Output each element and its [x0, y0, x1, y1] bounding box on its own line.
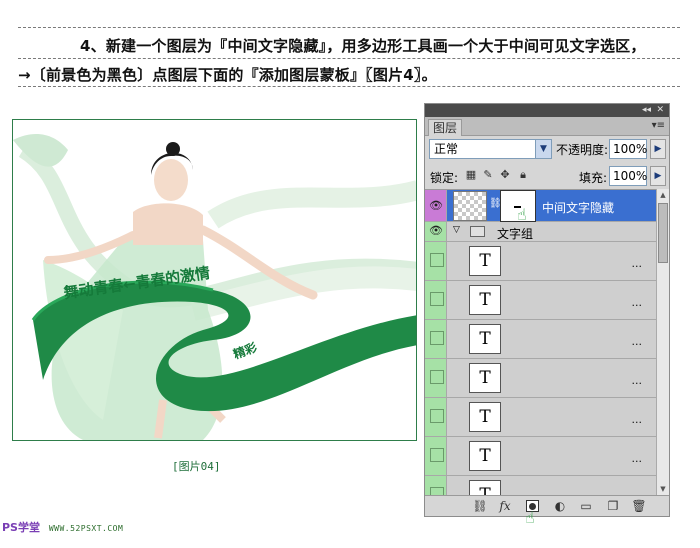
text-layer-row[interactable]: T ... — [425, 281, 656, 320]
visibility-toggle[interactable] — [425, 437, 447, 475]
text-layer-thumbnail: T — [469, 324, 501, 354]
chain-link-icon[interactable]: ⛓︎ — [489, 198, 502, 209]
close-icon[interactable]: ✕ — [656, 104, 664, 117]
folder-icon — [470, 226, 485, 237]
fx-icon[interactable]: fx — [497, 499, 513, 514]
visibility-toggle[interactable] — [425, 320, 447, 358]
layers-panel: ◂◂ ✕ 图层 ▾≡ 正常 ▼ 不透明度: 100% ▶ 锁定: ▦ ✎ ✥ 🔒… — [424, 103, 670, 517]
tutorial-image: 舞动青春←青春的激情 精彩 — [12, 119, 417, 441]
instruction-line-2: →〔前景色为黑色〕点图层下面的『添加图层蒙板』〖图片4〗。 — [18, 66, 437, 84]
opacity-input[interactable]: 100% — [609, 139, 647, 159]
folder-icon[interactable]: ▭ — [578, 499, 594, 514]
visibility-toggle[interactable] — [425, 398, 447, 436]
text-layer-thumbnail: T — [469, 441, 501, 471]
eye-icon: 👁︎ — [429, 224, 443, 237]
lock-all-icon[interactable]: 🔒︎ — [517, 168, 529, 181]
scroll-down-icon[interactable]: ▼ — [657, 483, 669, 495]
hand-cursor-icon: ☝︎ — [517, 205, 527, 224]
blend-mode-select[interactable]: 正常 ▼ — [429, 139, 552, 159]
visibility-toggle[interactable] — [425, 359, 447, 397]
visibility-toggle[interactable]: 👁︎ — [425, 190, 447, 221]
text-layer-row[interactable]: T ... — [425, 359, 656, 398]
text-layer-row-partial[interactable]: T — [425, 476, 656, 495]
eye-icon: 👁︎ — [429, 199, 443, 212]
layer-group-row[interactable]: 👁︎ ▽ 文字组 — [425, 222, 656, 242]
scroll-up-icon[interactable]: ▲ — [657, 189, 669, 201]
bottom-rule — [18, 86, 680, 87]
new-layer-icon[interactable]: ❐ — [605, 499, 621, 514]
layer-name[interactable]: ... — [632, 452, 643, 465]
layer-name[interactable]: ... — [632, 257, 643, 270]
layer-name[interactable]: ... — [632, 296, 643, 309]
layer-name[interactable]: ... — [632, 413, 643, 426]
layers-list: 👁︎ ⛓︎ 中间文字隐藏 👁︎ ▽ 文字组 T ... T ... T ... … — [425, 189, 656, 495]
fill-input[interactable]: 100% — [609, 166, 647, 186]
chevron-down-icon[interactable]: ▼ — [535, 140, 551, 158]
layer-name[interactable]: 中间文字隐藏 — [542, 199, 614, 216]
layers-bottom-toolbar: ⛓︎ fx ◐ ▭ ❐ 🗑︎ — [425, 495, 669, 516]
layers-scrollbar[interactable]: ▲ ▼ — [656, 189, 669, 495]
instruction-line-1: 4、新建一个图层为『中间文字隐藏』，用多边形工具画一个大于中间可见文字选区， — [80, 37, 646, 55]
layer-name[interactable]: ... — [632, 335, 643, 348]
panel-tabrow: 图层 ▾≡ — [425, 117, 669, 136]
text-layer-row[interactable]: T ... — [425, 398, 656, 437]
text-layer-thumbnail: T — [469, 246, 501, 276]
panel-menu-icon[interactable]: ▾≡ — [652, 120, 665, 131]
text-layer-thumbnail: T — [469, 480, 501, 495]
lock-label: 锁定: — [430, 171, 459, 185]
opacity-label: 不透明度: — [556, 143, 609, 157]
text-layer-thumbnail: T — [469, 285, 501, 315]
site-logo: PS学堂 — [2, 521, 40, 534]
expand-triangle-icon[interactable]: ▽ — [453, 225, 460, 235]
tab-layers[interactable]: 图层 — [428, 119, 462, 136]
site-url: WWW.52PSXT.COM — [48, 524, 124, 533]
scrollbar-thumb[interactable] — [658, 203, 668, 263]
adjustment-icon[interactable]: ◐ — [552, 499, 568, 514]
lock-transparent-icon[interactable]: ▦ — [465, 168, 477, 181]
group-name[interactable]: 文字组 — [497, 225, 533, 242]
blend-mode-value: 正常 — [434, 142, 459, 156]
top-rule — [18, 27, 680, 28]
panel-titlebar[interactable]: ◂◂ ✕ — [425, 104, 669, 117]
link-icon[interactable]: ⛓︎ — [472, 499, 488, 514]
text-layer-row[interactable]: T ... — [425, 320, 656, 359]
lock-brush-icon[interactable]: ✎ — [482, 168, 494, 181]
layer-row-selected[interactable]: 👁︎ ⛓︎ 中间文字隐藏 — [425, 190, 656, 222]
visibility-toggle[interactable]: 👁︎ — [425, 222, 447, 241]
site-footer: PS学堂 WWW.52PSXT.COM — [2, 519, 123, 535]
trash-icon[interactable]: 🗑︎ — [631, 499, 647, 514]
opacity-arrow-button[interactable]: ▶ — [650, 139, 666, 159]
middle-rule — [18, 58, 680, 59]
visibility-toggle[interactable] — [425, 242, 447, 280]
collapse-icon[interactable]: ◂◂ — [642, 104, 651, 117]
layer-name[interactable]: ... — [632, 374, 643, 387]
figure-caption: [图片04] — [172, 460, 221, 473]
text-layer-row[interactable]: T ... — [425, 437, 656, 476]
visibility-toggle[interactable] — [425, 476, 447, 495]
layer-thumbnail — [453, 191, 487, 221]
text-layer-thumbnail: T — [469, 363, 501, 393]
hand-cursor-icon: ☝︎ — [525, 508, 535, 527]
fill-label: 填充: — [579, 171, 608, 185]
text-layer-row[interactable]: T ... — [425, 242, 656, 281]
visibility-toggle[interactable] — [425, 281, 447, 319]
text-layer-thumbnail: T — [469, 402, 501, 432]
fill-arrow-button[interactable]: ▶ — [650, 166, 666, 186]
lock-move-icon[interactable]: ✥ — [499, 168, 511, 181]
